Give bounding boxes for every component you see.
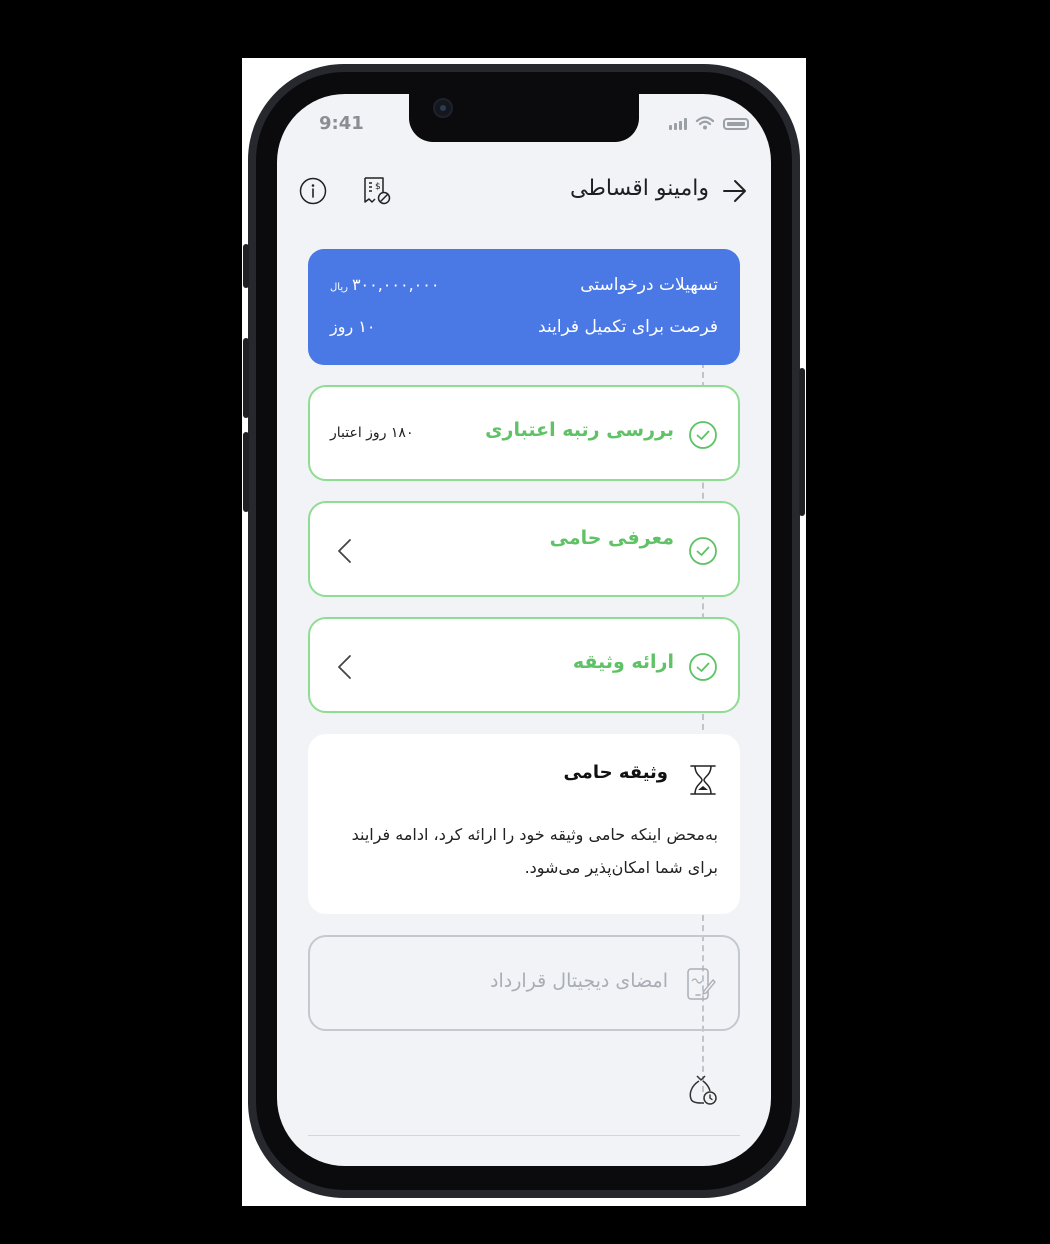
signal-icon	[669, 118, 687, 130]
app-screen: 9:41 وامینو اقساطی $ تسهیلات درخواستی ۳۰…	[277, 94, 771, 1166]
requested-amount-label: تسهیلات درخواستی	[580, 275, 718, 295]
chevron-left-icon[interactable]	[334, 537, 356, 565]
notch	[409, 94, 639, 142]
volume-up-button	[243, 338, 249, 418]
credit-validity: ۱۸۰ روز اعتبار	[330, 425, 414, 441]
check-circle-icon	[689, 421, 717, 449]
status-time: 9:41	[319, 113, 364, 134]
svg-text:$: $	[375, 182, 381, 192]
step-provide-collateral[interactable]: ارائه وثیقه	[308, 617, 740, 713]
step-label: ارائه وثیقه	[572, 651, 674, 673]
app-header: وامینو اقساطی $	[277, 172, 771, 212]
step-introduce-guarantor[interactable]: معرفی حامی	[308, 501, 740, 597]
step-label: بررسی رتبه اعتباری	[485, 419, 674, 441]
mute-switch	[243, 244, 249, 288]
guarantor-collateral-note: وثیقه حامی به‌محض اینکه حامی وثیقه خود ر…	[308, 734, 740, 914]
step-digital-signature: امضای دیجیتال قرارداد	[308, 935, 740, 1031]
back-arrow-icon[interactable]	[719, 176, 749, 206]
status-icons	[669, 116, 749, 130]
volume-down-button	[243, 432, 249, 512]
step-credit-check[interactable]: بررسی رتبه اعتباری ۱۸۰ روز اعتبار	[308, 385, 740, 481]
info-icon[interactable]	[299, 177, 327, 205]
check-circle-icon	[689, 537, 717, 565]
power-button	[799, 368, 805, 516]
requested-amount-value: ۳۰۰,۰۰۰,۰۰۰ریال	[330, 275, 440, 294]
camera-icon	[433, 98, 453, 118]
currency-unit: ریال	[330, 282, 348, 293]
hourglass-icon	[690, 765, 716, 795]
page-title: وامینو اقساطی	[570, 176, 709, 201]
step-label: امضای دیجیتال قرارداد	[490, 970, 668, 992]
check-circle-icon	[689, 653, 717, 681]
battery-icon	[723, 118, 749, 130]
chevron-left-icon[interactable]	[334, 653, 356, 681]
loan-summary-card: تسهیلات درخواستی ۳۰۰,۰۰۰,۰۰۰ریال فرصت بر…	[308, 249, 740, 365]
deadline-value: ۱۰ روز	[330, 317, 376, 336]
deadline-label: فرصت برای تکمیل فرایند	[538, 317, 718, 337]
invoice-icon[interactable]: $	[361, 174, 393, 206]
phone-sign-icon	[687, 968, 716, 1000]
note-text: به‌محض اینکه حامی وثیقه خود را ارائه کرد…	[351, 825, 718, 877]
wifi-icon	[695, 116, 715, 130]
note-title: وثیقه حامی	[563, 762, 668, 783]
money-bag-clock-icon	[689, 1075, 717, 1105]
step-label: معرفی حامی	[549, 527, 674, 549]
bottom-divider	[308, 1135, 740, 1136]
